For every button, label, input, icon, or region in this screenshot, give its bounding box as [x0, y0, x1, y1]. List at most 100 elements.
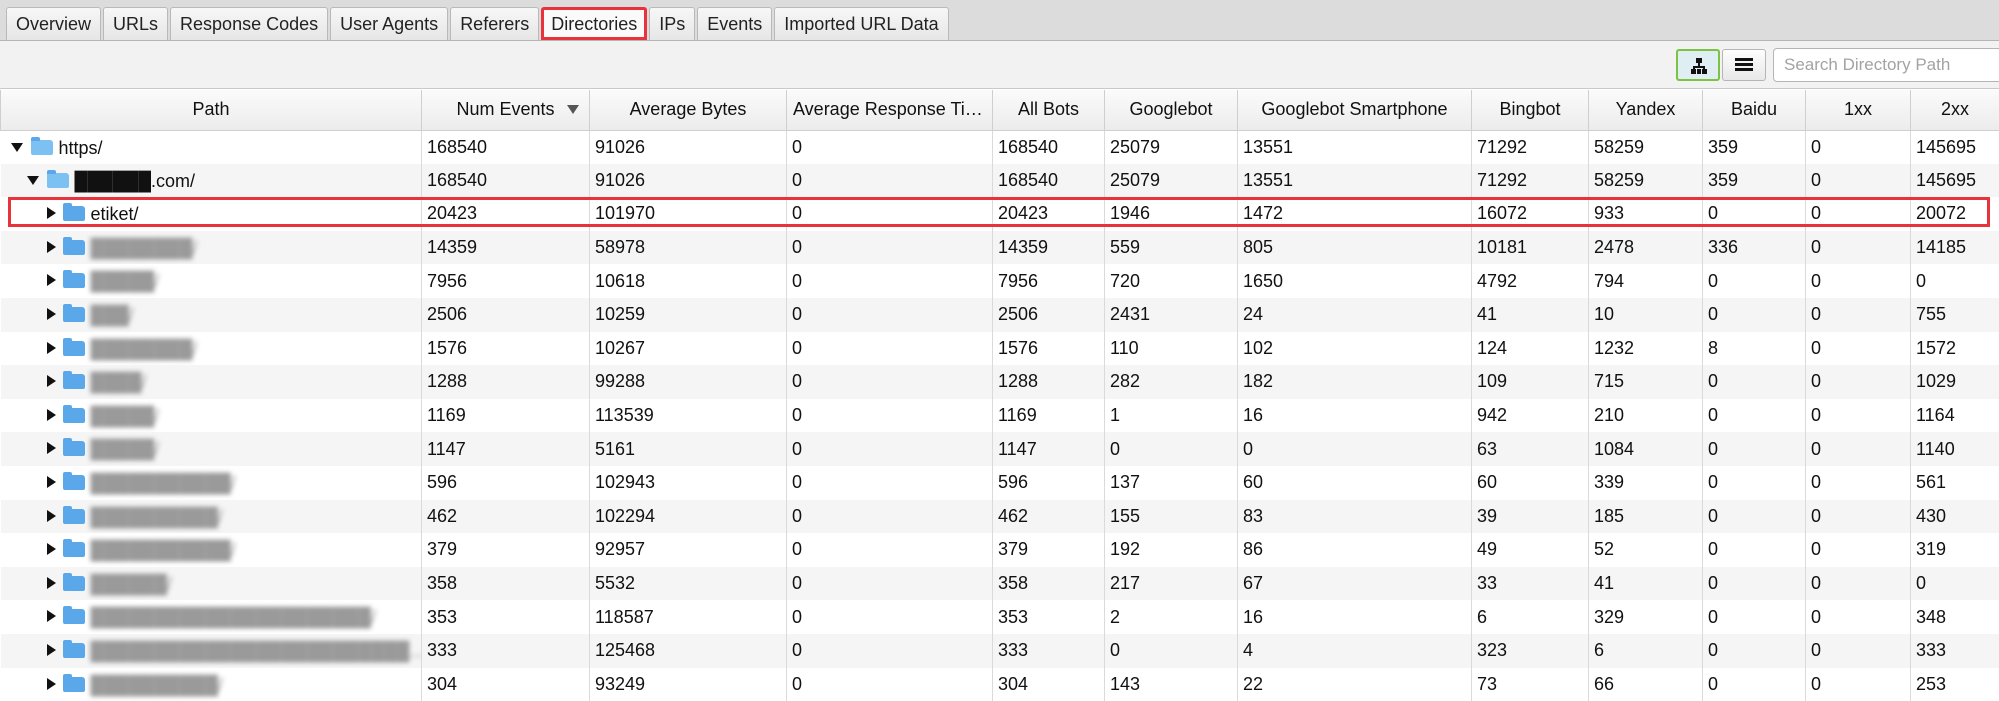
- table-row[interactable]: █████████████████████████...333125468033…: [1, 634, 1999, 668]
- table-row[interactable]: ████/12889928801288282182109715001029: [1, 365, 1999, 399]
- table-row[interactable]: ████████/1435958978014359559805101812478…: [1, 231, 1999, 265]
- value-cell: 0: [1806, 567, 1911, 601]
- table-row[interactable]: https/1685409102601685402507913551712925…: [1, 130, 1999, 164]
- table-row[interactable]: █████/116911353901169116942210001164: [1, 399, 1999, 433]
- value-cell: 353: [422, 600, 590, 634]
- table-row[interactable]: etiket/204231019700204231946147216072933…: [1, 197, 1999, 231]
- path-cell[interactable]: ███/: [1, 298, 422, 332]
- search-directory-input[interactable]: [1773, 48, 1999, 82]
- expand-arrow-icon[interactable]: [47, 543, 56, 555]
- value-cell: 14359: [422, 231, 590, 265]
- table-row[interactable]: ███████████/37992957037919286495200319: [1, 533, 1999, 567]
- path-cell[interactable]: ████████/: [1, 332, 422, 366]
- folder-icon: [63, 509, 85, 524]
- table-row[interactable]: ██████.com/16854091026016854025079135517…: [1, 164, 1999, 198]
- col-googlebot-smartphone[interactable]: Googlebot Smartphone: [1238, 90, 1472, 130]
- path-cell[interactable]: ██████████/: [1, 668, 422, 701]
- path-cell[interactable]: ███████████/: [1, 466, 422, 500]
- path-cell[interactable]: █████/: [1, 264, 422, 298]
- tab-events[interactable]: Events: [697, 7, 772, 40]
- path-cell[interactable]: etiket/: [1, 197, 422, 231]
- value-cell: 1576: [422, 332, 590, 366]
- path-cell[interactable]: ████████/: [1, 231, 422, 265]
- value-cell: 0: [787, 634, 993, 668]
- path-cell[interactable]: ██████████████████████/: [1, 600, 422, 634]
- value-cell: 0: [1806, 668, 1911, 701]
- value-cell: 0: [1806, 164, 1911, 198]
- expand-arrow-icon[interactable]: [47, 476, 56, 488]
- tab-referers[interactable]: Referers: [450, 7, 539, 40]
- path-cell[interactable]: ██████/: [1, 567, 422, 601]
- path-cell[interactable]: ██████.com/: [1, 164, 422, 198]
- col-average-bytes[interactable]: Average Bytes: [590, 90, 787, 130]
- table-row[interactable]: ███████████/5961029430596137606033900561: [1, 466, 1999, 500]
- path-cell[interactable]: ███████████/: [1, 533, 422, 567]
- value-cell: 0: [1806, 130, 1911, 164]
- value-cell: 60: [1472, 466, 1589, 500]
- value-cell: 93249: [590, 668, 787, 701]
- tree-view-button[interactable]: [1676, 49, 1720, 81]
- path-cell[interactable]: █████/: [1, 432, 422, 466]
- col-baidu[interactable]: Baidu: [1703, 90, 1806, 130]
- value-cell: 118587: [590, 600, 787, 634]
- table-row[interactable]: ██████████/30493249030414322736600253: [1, 668, 1999, 701]
- value-cell: 92957: [590, 533, 787, 567]
- value-cell: 182: [1238, 365, 1472, 399]
- table-row[interactable]: █████/114751610114700631084001140: [1, 432, 1999, 466]
- expand-arrow-icon[interactable]: [47, 644, 56, 656]
- tab-directories[interactable]: Directories: [541, 7, 647, 40]
- list-view-button[interactable]: [1722, 49, 1766, 81]
- expand-arrow-icon[interactable]: [47, 342, 56, 354]
- expand-arrow-icon[interactable]: [47, 241, 56, 253]
- table-row[interactable]: █████/7956106180795672016504792794000: [1, 264, 1999, 298]
- col-yandex[interactable]: Yandex: [1589, 90, 1703, 130]
- tab-urls[interactable]: URLs: [103, 7, 168, 40]
- tab-overview[interactable]: Overview: [6, 7, 101, 40]
- value-cell: 14359: [993, 231, 1105, 265]
- expand-arrow-icon[interactable]: [47, 207, 56, 219]
- tab-user-agents[interactable]: User Agents: [330, 7, 448, 40]
- collapse-arrow-icon[interactable]: [11, 143, 23, 152]
- col-average-response-time[interactable]: Average Response Tim...: [787, 90, 993, 130]
- table-row[interactable]: ██████████████████████/35311858703532166…: [1, 600, 1999, 634]
- value-cell: 0: [1703, 432, 1806, 466]
- expand-arrow-icon[interactable]: [47, 409, 56, 421]
- value-cell: 0: [787, 164, 993, 198]
- table-row[interactable]: ███/25061025902506243124411000755: [1, 298, 1999, 332]
- path-label: etiket/: [91, 204, 139, 225]
- col-num-events[interactable]: Num Events: [422, 90, 590, 130]
- expand-arrow-icon[interactable]: [47, 375, 56, 387]
- tab-imported-url-data[interactable]: Imported URL Data: [774, 7, 948, 40]
- expand-arrow-icon[interactable]: [47, 442, 56, 454]
- path-cell[interactable]: █████████████████████████...: [1, 634, 422, 668]
- table-row[interactable]: ████████/1576102670157611010212412328015…: [1, 332, 1999, 366]
- col-bingbot[interactable]: Bingbot: [1472, 90, 1589, 130]
- col-2xx[interactable]: 2xx: [1911, 90, 1999, 130]
- table-row[interactable]: ██████████/4621022940462155833918500430: [1, 500, 1999, 534]
- col-all-bots[interactable]: All Bots: [993, 90, 1105, 130]
- value-cell: 58259: [1589, 130, 1703, 164]
- path-cell[interactable]: https/: [1, 130, 422, 164]
- value-cell: 559: [1105, 231, 1238, 265]
- col-1xx[interactable]: 1xx: [1806, 90, 1911, 130]
- tab-response-codes[interactable]: Response Codes: [170, 7, 328, 40]
- value-cell: 0: [787, 298, 993, 332]
- path-cell[interactable]: █████/: [1, 399, 422, 433]
- expand-arrow-icon[interactable]: [47, 510, 56, 522]
- collapse-arrow-icon[interactable]: [27, 176, 39, 185]
- value-cell: 0: [787, 197, 993, 231]
- value-cell: 86: [1238, 533, 1472, 567]
- expand-arrow-icon[interactable]: [47, 274, 56, 286]
- expand-arrow-icon[interactable]: [47, 308, 56, 320]
- value-cell: 1576: [993, 332, 1105, 366]
- col-path[interactable]: Path: [1, 90, 422, 130]
- col-googlebot[interactable]: Googlebot: [1105, 90, 1238, 130]
- path-cell[interactable]: ████/: [1, 365, 422, 399]
- path-cell[interactable]: ██████████/: [1, 500, 422, 534]
- expand-arrow-icon[interactable]: [47, 577, 56, 589]
- table-row[interactable]: ██████/35855320358217673341000: [1, 567, 1999, 601]
- expand-arrow-icon[interactable]: [47, 678, 56, 690]
- expand-arrow-icon[interactable]: [47, 610, 56, 622]
- value-cell: 0: [1703, 298, 1806, 332]
- tab-ips[interactable]: IPs: [649, 7, 695, 40]
